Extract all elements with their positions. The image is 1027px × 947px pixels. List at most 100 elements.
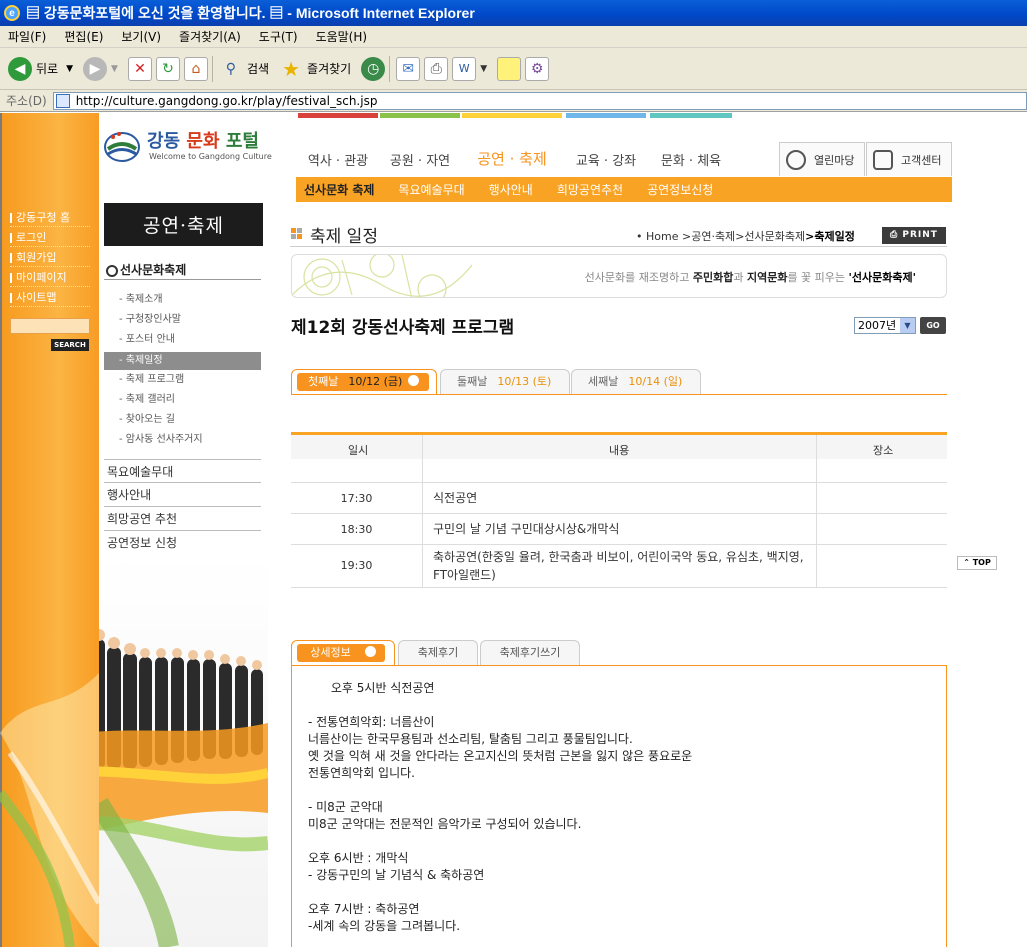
refresh-icon[interactable]: ↻: [155, 56, 180, 81]
row-time: 17:30: [340, 492, 373, 505]
info-line: 미8군 군악대는 전문적인 음악가로 구성되어 있습니다.: [308, 817, 582, 831]
tab-day-2[interactable]: 둘째날 10/13 (토): [440, 369, 570, 395]
submenu-item[interactable]: - 찾아오는 길: [119, 411, 261, 429]
submenu-item-active[interactable]: - 축제일정: [104, 352, 261, 370]
chevron-down-icon: [408, 375, 420, 386]
subnav-item[interactable]: 희망공연추천: [557, 181, 623, 198]
menu-favorites[interactable]: 즐겨찾기(A): [179, 28, 241, 45]
tab-detail-info[interactable]: 상세정보: [291, 640, 395, 665]
tab-day-1[interactable]: 첫째날 10/12 (금): [291, 369, 437, 395]
subnav-item-active[interactable]: 선사문화 축제: [304, 181, 374, 198]
edit-word-icon[interactable]: W: [452, 56, 477, 81]
top-tab-sports[interactable]: 문화 · 체육: [650, 113, 732, 175]
menu-tools[interactable]: 도구(T): [259, 28, 298, 45]
floral-pattern-icon: [292, 255, 472, 297]
site-search-input[interactable]: [10, 318, 90, 334]
main-menu-item[interactable]: 목요예술무대: [104, 459, 261, 483]
row-content: 식전공연: [433, 491, 478, 505]
link-mypage[interactable]: 마이페이지: [10, 269, 90, 287]
link-login[interactable]: 로그인: [10, 229, 90, 247]
submenu-item[interactable]: - 암사동 선사주거지: [119, 431, 261, 449]
favorites-button[interactable]: ★ 즐겨찾기: [279, 57, 351, 81]
section-banner: 공연·축제: [104, 203, 263, 246]
open-forum-button[interactable]: 열린마당: [779, 142, 865, 176]
logo-title-part: 포털: [225, 131, 259, 152]
home-icon[interactable]: ⌂: [183, 56, 208, 81]
subnav-item[interactable]: 공연정보신청: [647, 181, 713, 198]
top-tab-performance[interactable]: 공연 · 축제: [462, 113, 562, 175]
menu-edit[interactable]: 편집(E): [64, 28, 103, 45]
back-button[interactable]: ◀ 뒤로 ▼: [8, 56, 73, 81]
info-line: - 강동구민의 날 기념식 & 축하공연: [308, 868, 485, 882]
search-button[interactable]: ⚲ 검색: [219, 57, 269, 81]
day-name: 세째날: [588, 375, 619, 388]
forward-dropdown-icon[interactable]: ▼: [111, 64, 118, 74]
toolbar-separator: [389, 55, 391, 82]
print-icon[interactable]: ⎙: [424, 56, 449, 81]
print-button[interactable]: ⎙ PRINT: [882, 227, 946, 244]
submenu-item[interactable]: - 축제 프로그램: [119, 371, 261, 389]
submenu-heading[interactable]: 선사문화축제: [104, 260, 261, 280]
submenu-item[interactable]: - 구청장인사말: [119, 311, 261, 329]
info-line: 오후 7시반 : 축하공연: [308, 902, 420, 916]
url-input[interactable]: http://culture.gangdong.go.kr/play/festi…: [52, 91, 1027, 110]
slogan-part: 를 꽃 피우는: [787, 271, 849, 284]
main-menu-item[interactable]: 공연정보 신청: [104, 531, 261, 555]
scroll-top-button[interactable]: ⌃ TOP: [957, 556, 997, 570]
top-tab-label: 공원 · 자연: [389, 154, 451, 169]
top-tab-history[interactable]: 역사 · 관광: [298, 113, 378, 175]
info-line: [308, 884, 928, 901]
forward-arrow-icon: ▶: [83, 56, 108, 81]
menu-file[interactable]: 파일(F): [8, 28, 46, 45]
stop-icon[interactable]: ✕: [127, 56, 152, 81]
header-place: 장소: [873, 444, 894, 457]
site-search-button[interactable]: SEARCH: [51, 339, 89, 351]
info-line: 전통연희악회 입니다.: [308, 766, 415, 780]
link-join[interactable]: 회원가입: [10, 249, 90, 267]
edit-dropdown-icon[interactable]: ▼: [480, 64, 487, 74]
site-logo[interactable]: 강동 문화 포털 Welcome to Gangdong Culture: [103, 127, 272, 169]
table-row-empty: [291, 459, 947, 483]
title-bullet-icon: [291, 228, 303, 240]
subnav-item[interactable]: 목요예술무대: [398, 181, 464, 198]
info-line: 오후 6시반 : 개막식: [308, 851, 409, 865]
tab-day-3[interactable]: 세째날 10/14 (일): [571, 369, 701, 395]
breadcrumb-item[interactable]: >공연·축제: [682, 230, 735, 243]
slogan-part: 선사문화를 재조명하고: [584, 271, 693, 284]
day-tab-text: 첫째날 10/12 (금): [308, 375, 420, 388]
year-select[interactable]: 2007년 ▼: [854, 317, 916, 334]
main-menu-item[interactable]: 희망공연 추천: [104, 507, 261, 531]
chevron-down-icon[interactable]: ▼: [900, 318, 915, 333]
tab-write-review[interactable]: 축제후기쓰기: [480, 640, 580, 665]
customer-center-button[interactable]: 고객센터: [866, 142, 952, 176]
detail-info-panel: 오후 5시반 식전공연 - 전통연희악회: 너름산이 너름산이는 한국무용팀과 …: [291, 665, 947, 947]
link-sitemap[interactable]: 사이트맵: [10, 289, 90, 307]
mail-icon[interactable]: ✉: [396, 56, 421, 81]
main-menu-item[interactable]: 행사안내: [104, 483, 261, 507]
breadcrumb-home[interactable]: • Home: [636, 230, 678, 243]
link-gangdong-home[interactable]: 강동구청 홈: [10, 209, 90, 227]
tab-festival-review[interactable]: 축제후기: [398, 640, 478, 665]
day-name: 첫째날: [308, 375, 339, 388]
top-tab-park[interactable]: 공원 · 자연: [380, 113, 460, 175]
back-dropdown-icon[interactable]: ▼: [66, 64, 73, 74]
program-title: 제12회 강동선사축제 프로그램: [291, 318, 515, 338]
breadcrumb-item[interactable]: >선사문화축제: [735, 230, 805, 243]
go-button[interactable]: GO: [920, 317, 946, 334]
submenu-item[interactable]: - 포스터 안내: [119, 331, 261, 349]
submenu-item[interactable]: - 축제 갤러리: [119, 391, 261, 409]
menu-view[interactable]: 보기(V): [121, 28, 161, 45]
forward-button[interactable]: ▶ ▼: [83, 56, 118, 81]
row-content: 축하공연(한중일 율려, 한국춤과 비보이, 어린이국악 동요, 유심초, 백지…: [433, 550, 804, 582]
subnav-item[interactable]: 행사안내: [489, 181, 533, 198]
history-icon[interactable]: ◷: [361, 56, 386, 81]
info-line: [308, 833, 928, 850]
note-icon[interactable]: [497, 56, 522, 81]
menu-help[interactable]: 도움말(H): [316, 28, 368, 45]
row-time: 18:30: [340, 523, 373, 536]
breadcrumb-current: >축제일정: [805, 230, 855, 243]
top-tab-education[interactable]: 교육 · 강좌: [566, 113, 646, 175]
year-value: 2007년: [858, 319, 897, 332]
submenu-item[interactable]: - 축제소개: [119, 291, 261, 309]
research-icon[interactable]: ⚙: [525, 56, 550, 81]
